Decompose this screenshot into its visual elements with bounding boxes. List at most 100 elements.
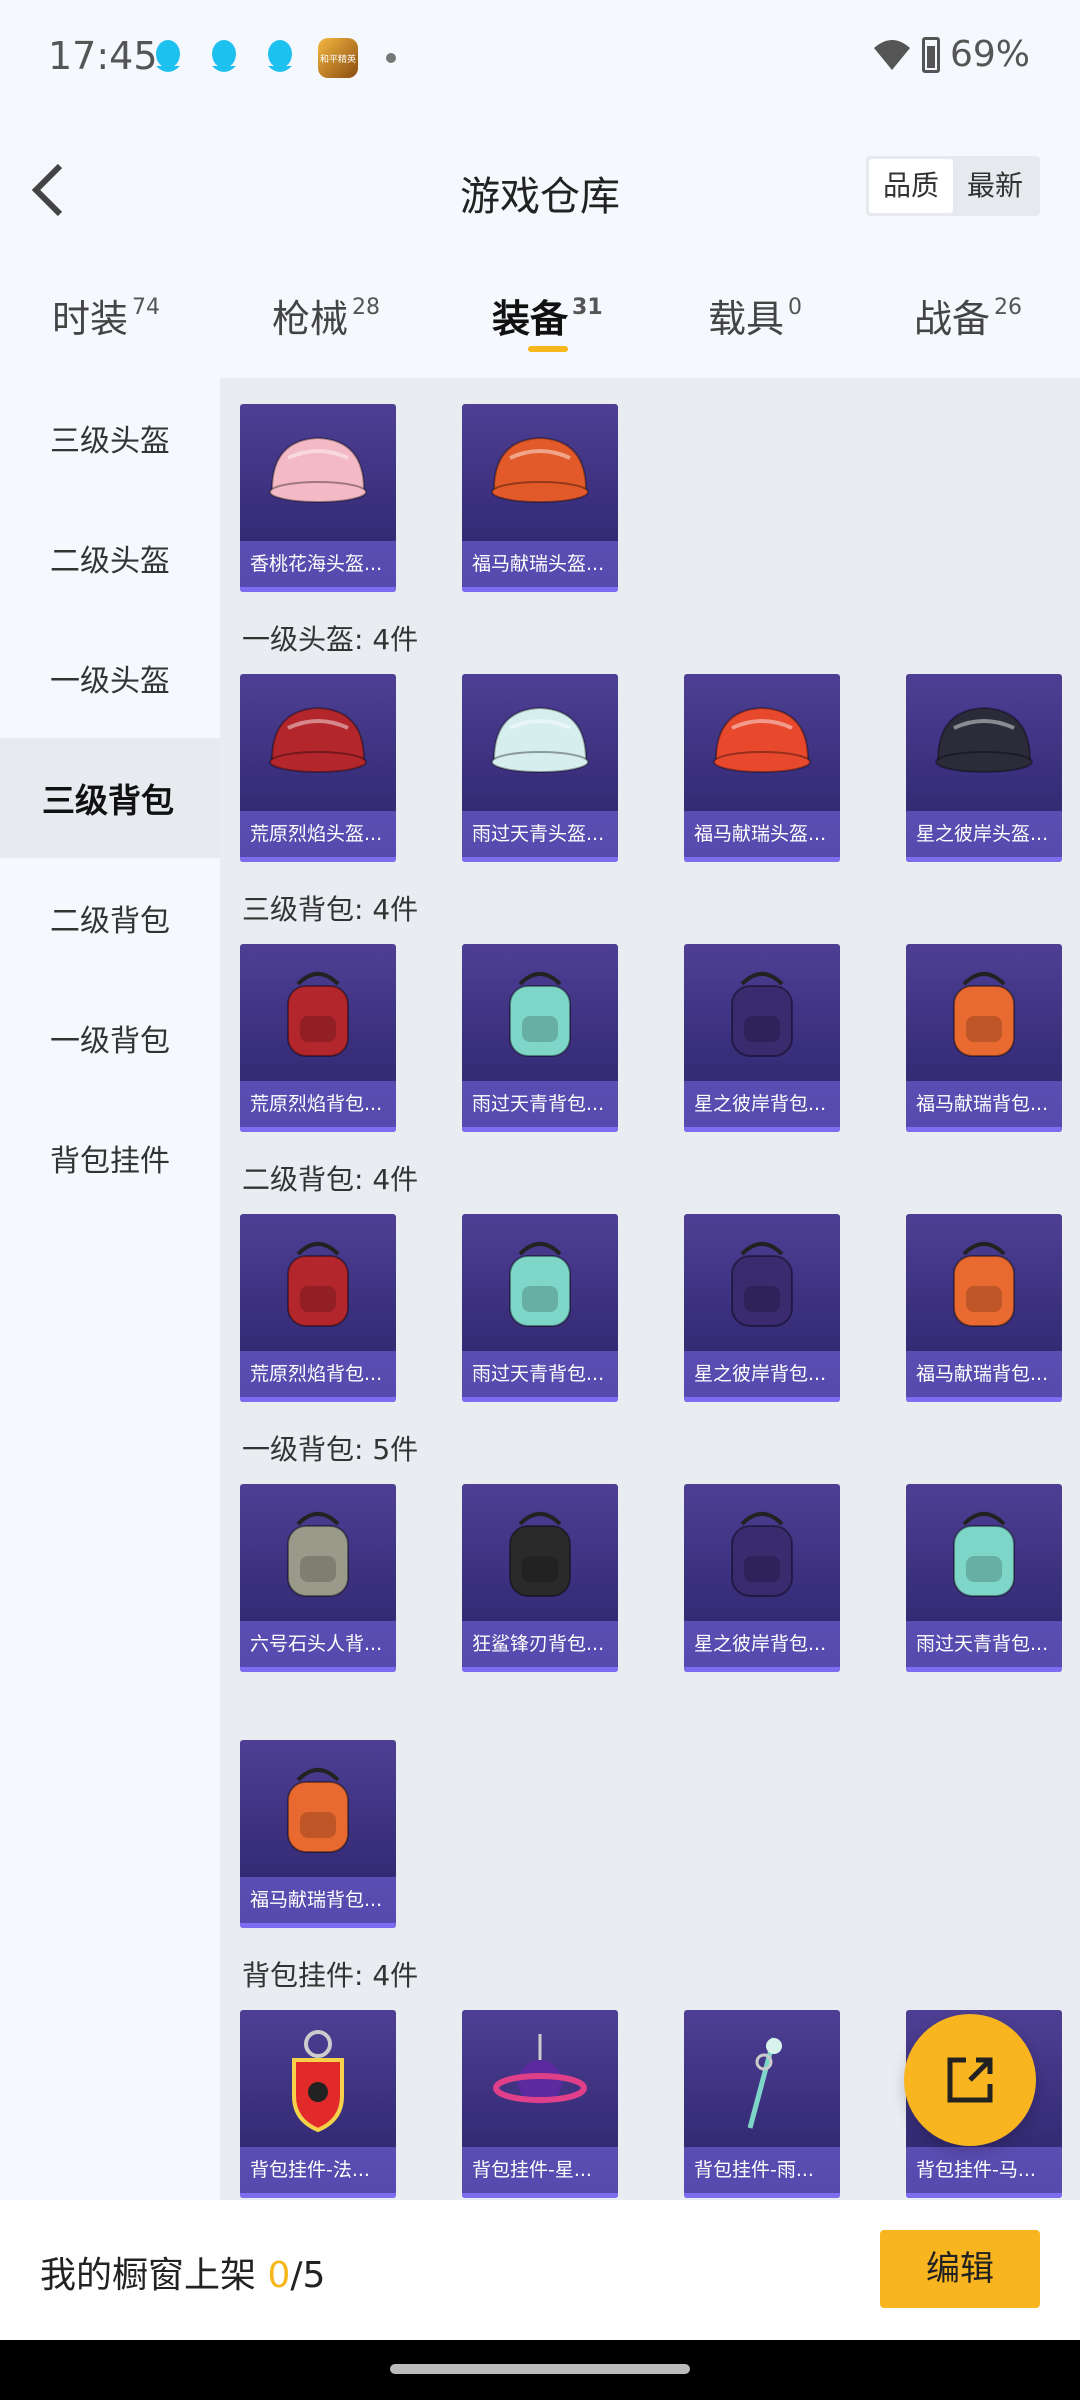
item-card[interactable]: 背包挂件-雨... [684,2010,840,2198]
item-card[interactable]: 雨过天青背包... [462,1214,618,1402]
item-card[interactable]: 狂鲨锋刃背包... [462,1484,618,1672]
item-name: 背包挂件-星... [462,2147,618,2193]
share-icon [947,2057,993,2103]
item-name: 背包挂件-马... [906,2147,1062,2193]
notification-icons: 和平精英 [150,38,396,78]
sort-newest-button[interactable]: 最新 [953,159,1037,213]
tab-count: 0 [788,295,803,320]
backpack-icon [509,972,571,1057]
sidebar-item-helmet-lv2[interactable]: 二级头盔 [0,498,220,618]
tab-supplies[interactable]: 战备 26 [914,288,1022,343]
showcase-current-count: 0 [267,2255,291,2296]
item-card[interactable]: 背包挂件-法... [240,2010,396,2198]
qq-icon [156,40,180,72]
item-card[interactable]: 福马献瑞头盔... [462,404,618,592]
item-card[interactable]: 福马献瑞背包... [906,1214,1062,1402]
item-card[interactable]: 星之彼岸背包... [684,1214,840,1402]
item-card[interactable]: 雨过天青头盔... [462,674,618,862]
item-card[interactable]: 荒原烈焰背包... [240,944,396,1132]
item-name: 星之彼岸背包... [684,1621,840,1667]
game-app-icon: 和平精英 [318,38,358,78]
header: 游戏仓库 品质 最新 [0,140,1080,240]
item-name: 背包挂件-雨... [684,2147,840,2193]
backpack-icon [287,972,349,1057]
keychain-icon [292,2030,344,2133]
tab-count: 26 [994,295,1023,320]
more-notifications-dot-icon [386,53,396,63]
item-name: 福马献瑞背包... [906,1351,1062,1397]
item-name: 福马献瑞背包... [240,1877,396,1923]
status-right: 69% [872,34,1030,75]
sort-quality-button[interactable]: 品质 [868,159,953,213]
item-name: 雨过天青头盔... [462,811,618,857]
item-card[interactable]: 雨过天青背包... [462,944,618,1132]
item-card[interactable]: 背包挂件-星... [462,2010,618,2198]
helmet-icon [935,706,1033,773]
section-title: 一级背包: 5件 [242,1433,419,1466]
sidebar-item-helmet-lv1[interactable]: 一级头盔 [0,618,220,738]
backpack-icon [731,972,793,1057]
item-name: 福马献瑞头盔... [684,811,840,857]
section-title: 三级背包: 4件 [242,893,419,926]
item-card[interactable]: 雨过天青背包... [906,1484,1062,1672]
item-card[interactable]: 荒原烈焰头盔... [240,674,396,862]
sidebar-item-backpack-lv1[interactable]: 一级背包 [0,978,220,1098]
sidebar-item-backpack-charm[interactable]: 背包挂件 [0,1098,220,1218]
backpack-icon [287,1768,349,1853]
item-name: 荒原烈焰背包... [240,1351,396,1397]
qq-icon [212,40,236,72]
section-title: 一级头盔: 4件 [242,623,419,656]
item-name: 福马献瑞头盔... [462,541,618,587]
item-card[interactable]: 福马献瑞头盔... [684,674,840,862]
item-card[interactable]: 星之彼岸背包... [684,1484,840,1672]
tab-equipment[interactable]: 装备 31 [492,288,603,343]
item-name: 香桃花海头盔... [240,541,396,587]
planet-charm-icon [493,2034,587,2104]
share-button[interactable] [904,2014,1036,2146]
helmet-icon [491,706,589,773]
item-name: 荒原烈焰头盔... [240,811,396,857]
tab-vehicles[interactable]: 载具 0 [708,288,802,343]
helmet-icon [713,706,811,773]
helmet-icon [491,436,589,503]
tab-label: 枪械 [272,297,349,341]
helmet-icon [269,436,367,503]
home-gesture-handle[interactable] [390,2364,690,2374]
status-bar: 17:45 和平精英 69% [0,0,1080,118]
item-name: 雨过天青背包... [462,1081,618,1127]
sidebar-item-backpack-lv2[interactable]: 二级背包 [0,858,220,978]
showcase-label: 我的橱窗上架 [40,2255,257,2296]
item-name: 星之彼岸背包... [684,1081,840,1127]
tab-count: 31 [572,295,603,320]
status-time: 17:45 [48,34,158,78]
backpack-icon [953,972,1015,1057]
item-card[interactable]: 荒原烈焰背包... [240,1214,396,1402]
edit-button[interactable]: 编辑 [880,2230,1040,2308]
tab-guns[interactable]: 枪械 28 [272,288,380,343]
item-name: 雨过天青背包... [906,1621,1062,1667]
item-name: 荒原烈焰背包... [240,1081,396,1127]
showcase-bar: 我的橱窗上架 0/5 编辑 [0,2200,1080,2340]
sidebar-item-backpack-lv3[interactable]: 三级背包 [0,738,220,858]
item-name: 背包挂件-法... [240,2147,396,2193]
section-title: 背包挂件: 4件 [242,1959,419,1992]
qq-icon [268,40,292,72]
active-tab-indicator [528,346,568,352]
backpack-icon [731,1242,793,1327]
item-card[interactable]: 福马献瑞背包... [906,944,1062,1132]
item-card[interactable]: 福马献瑞背包... [240,1740,396,1928]
item-card[interactable]: 星之彼岸背包... [684,944,840,1132]
item-card[interactable]: 六号石头人背... [240,1484,396,1672]
battery-level: 69% [949,34,1030,75]
tab-label: 载具 [708,297,785,341]
item-name: 六号石头人背... [240,1621,396,1667]
tab-fashion[interactable]: 时装 74 [52,288,160,343]
app-badge-text: 和平精英 [319,54,356,65]
sidebar-item-helmet-lv3[interactable]: 三级头盔 [0,378,220,498]
item-card[interactable]: 星之彼岸头盔... [906,674,1062,862]
backpack-icon [509,1512,571,1597]
item-card[interactable]: 香桃花海头盔... [240,404,396,592]
backpack-icon [731,1512,793,1597]
sort-toggle: 品质 最新 [865,156,1040,216]
showcase-total-count: /5 [290,2255,326,2296]
